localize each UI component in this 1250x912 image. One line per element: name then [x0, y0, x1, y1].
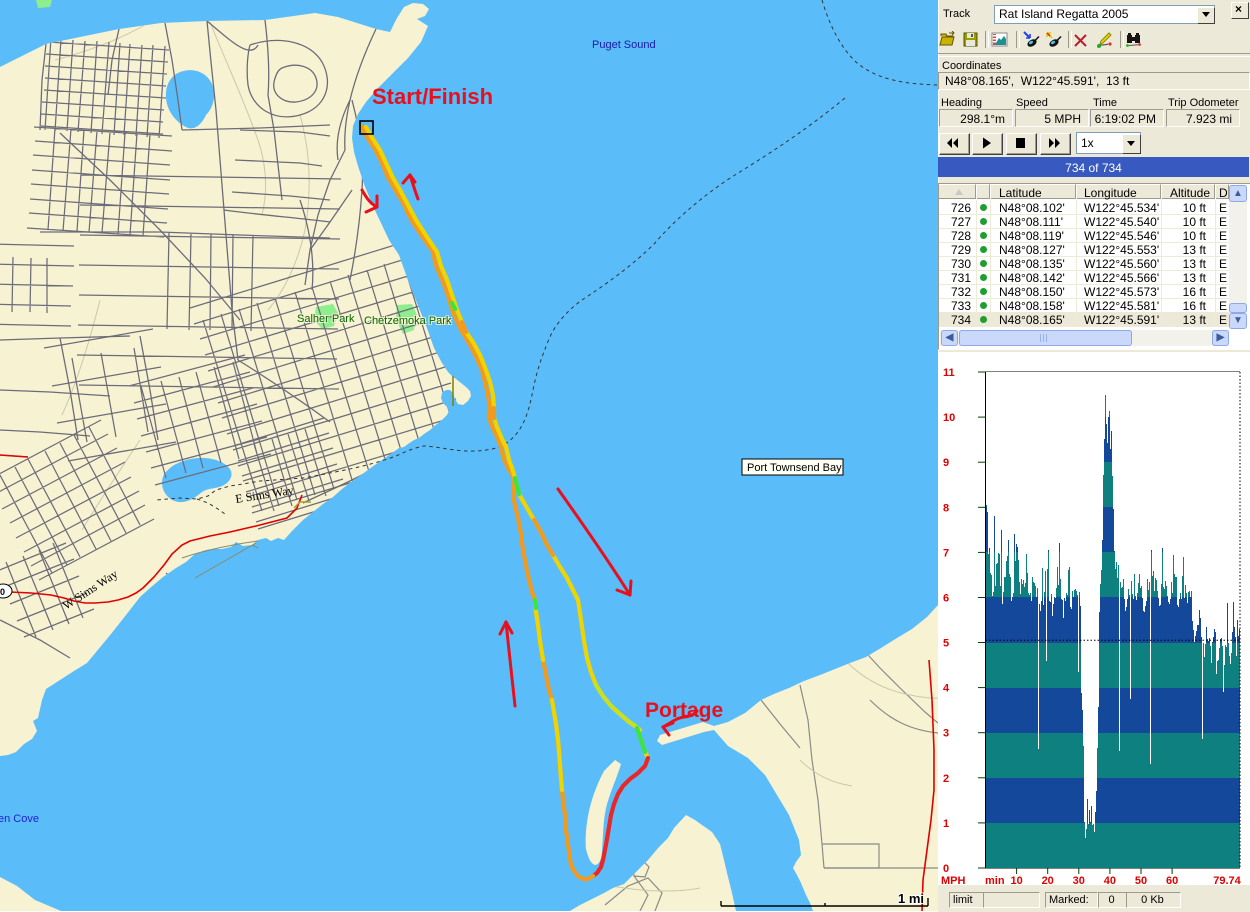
svg-text:0: 0	[0, 587, 5, 597]
svg-text:9: 9	[943, 457, 949, 469]
svg-text:8: 8	[943, 502, 949, 514]
svg-text:Puget Sound: Puget Sound	[592, 39, 656, 51]
svg-text:3: 3	[943, 728, 949, 740]
svg-text:10: 10	[943, 412, 955, 424]
svg-text:en Cove: en Cove	[0, 813, 39, 825]
svg-text:6: 6	[943, 593, 949, 605]
svg-text:Portage: Portage	[645, 699, 723, 722]
svg-text:1 mi: 1 mi	[898, 891, 924, 906]
svg-text:4: 4	[943, 683, 950, 695]
svg-text:Salher Park: Salher Park	[297, 313, 355, 325]
svg-text:Start/Finish: Start/Finish	[372, 84, 493, 109]
svg-text:2: 2	[943, 773, 949, 785]
svg-text:1: 1	[943, 818, 949, 830]
svg-text:Chetzemoka Park: Chetzemoka Park	[364, 315, 452, 327]
svg-text:0: 0	[943, 863, 949, 875]
svg-text:Port Townsend Bay: Port Townsend Bay	[747, 462, 842, 474]
svg-text:5: 5	[943, 638, 949, 650]
svg-text:7: 7	[943, 547, 949, 559]
svg-text:11: 11	[943, 367, 955, 379]
